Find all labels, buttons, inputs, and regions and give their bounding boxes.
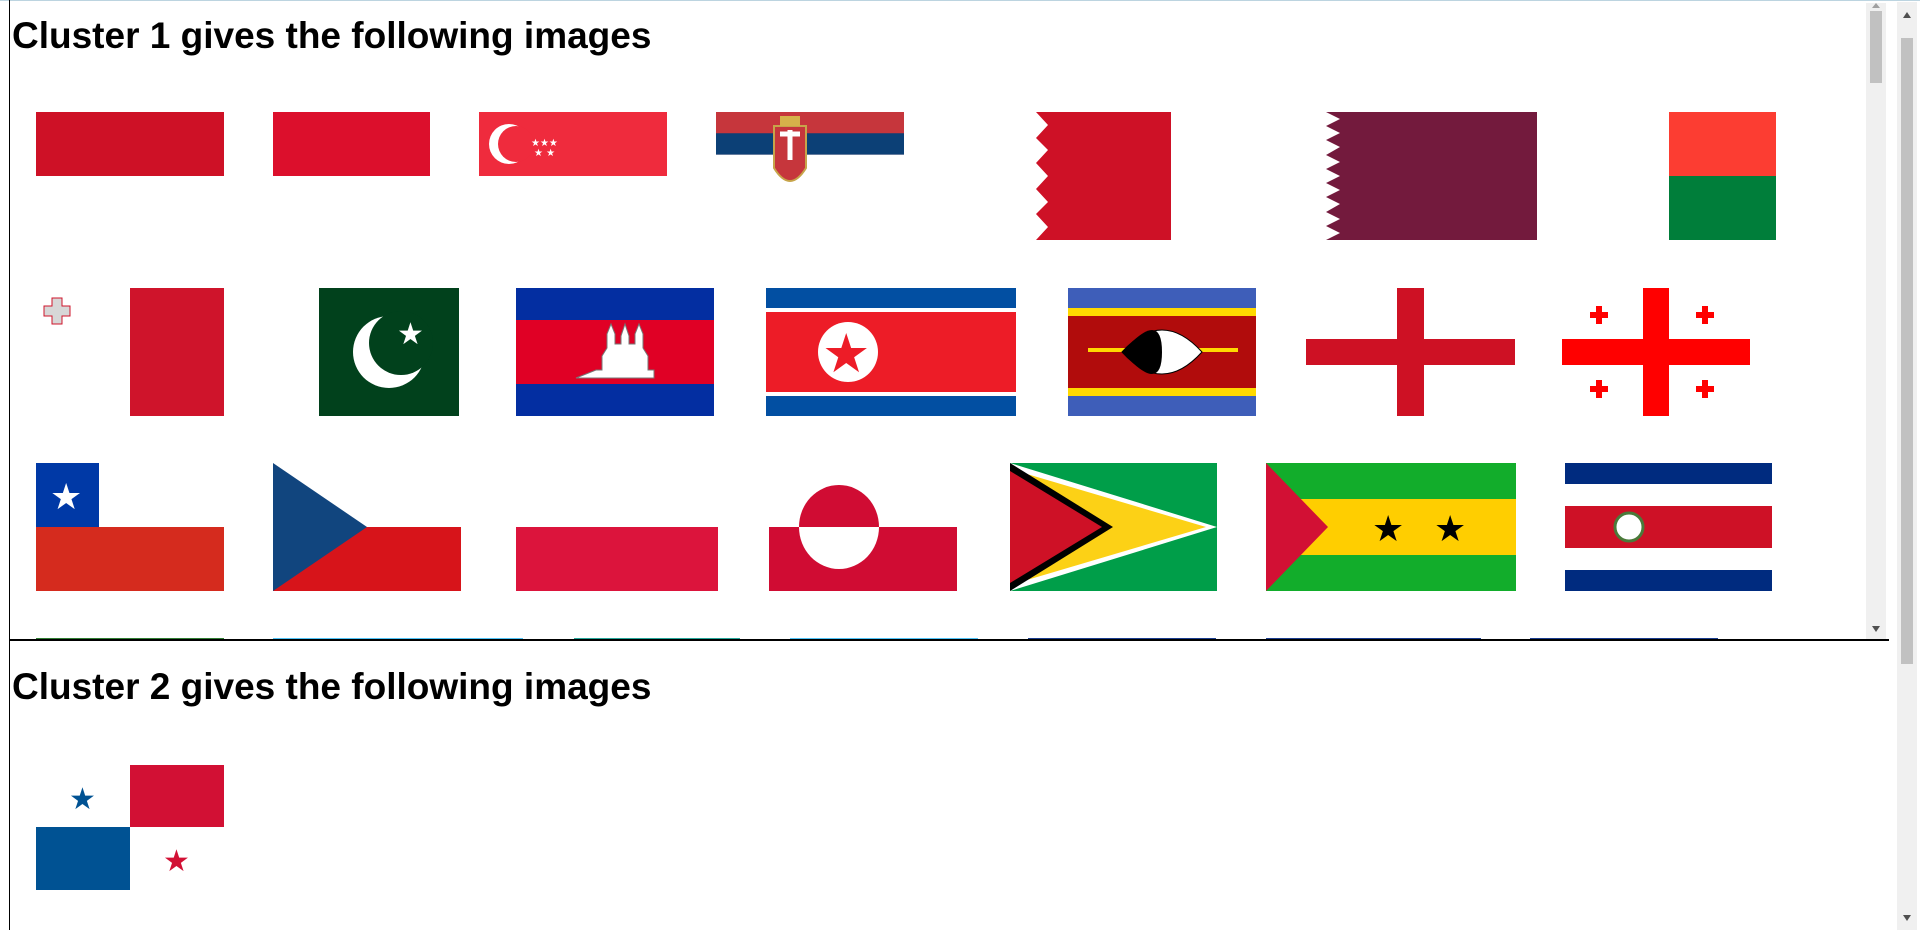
flag-bahrain xyxy=(1016,112,1171,240)
flag-indonesia xyxy=(36,112,224,176)
flag-guyana xyxy=(1010,463,1217,591)
page-scrollbar[interactable] xyxy=(1897,2,1917,930)
page-scroll-down-arrow-icon[interactable] xyxy=(1903,915,1911,921)
flag-partial-4 xyxy=(790,638,978,639)
flag-pakistan: ★ xyxy=(319,288,459,416)
page-scroll-up-arrow-icon[interactable] xyxy=(1903,12,1911,18)
flag-chile: ★ xyxy=(36,463,224,591)
svg-text:★: ★ xyxy=(1434,509,1466,550)
flag-partial-2 xyxy=(273,638,523,639)
flag-georgia xyxy=(1562,288,1750,416)
flag-costa-rica xyxy=(1565,463,1772,591)
window-top-border xyxy=(0,0,1920,1)
cluster-1-scrollbar[interactable] xyxy=(1866,3,1886,639)
svg-text:★: ★ xyxy=(1372,509,1404,550)
svg-text:★: ★ xyxy=(397,317,424,352)
flag-cambodia xyxy=(516,288,714,416)
flag-partial-6 xyxy=(1266,638,1481,639)
flag-monaco xyxy=(273,112,430,176)
cluster-1-frame[interactable]: Cluster 1 gives the following images ★★★… xyxy=(10,3,1889,641)
cluster-2-title: Cluster 2 gives the following images xyxy=(12,666,652,707)
flag-panama: ★ ★ xyxy=(36,765,224,890)
flag-partial-5 xyxy=(1028,638,1216,639)
svg-text:★: ★ xyxy=(163,844,190,879)
page-scrollbar-thumb[interactable] xyxy=(1901,38,1913,664)
flag-england xyxy=(1306,288,1515,416)
flag-poland xyxy=(516,463,718,591)
flag-partial-7 xyxy=(1530,638,1718,639)
flag-madagascar xyxy=(1616,112,1776,240)
flag-eswatini xyxy=(1068,288,1256,416)
flag-singapore: ★★★ ★ ★ xyxy=(479,112,667,176)
svg-text:★: ★ xyxy=(50,477,82,518)
flag-qatar xyxy=(1306,112,1537,240)
flag-partial-1 xyxy=(36,638,224,639)
flag-greenland xyxy=(769,463,957,591)
svg-text:★: ★ xyxy=(822,322,870,385)
cluster-1-title: Cluster 1 gives the following images xyxy=(12,15,652,56)
scroll-up-arrow-icon[interactable] xyxy=(1872,3,1880,8)
scrollbar-thumb[interactable] xyxy=(1870,11,1882,83)
svg-text:★: ★ xyxy=(69,782,96,817)
flag-czech-republic xyxy=(273,463,461,591)
flag-partial-3 xyxy=(574,638,740,639)
flag-serbia xyxy=(716,112,904,198)
flag-malta xyxy=(36,288,224,416)
scroll-down-arrow-icon[interactable] xyxy=(1872,626,1880,632)
flag-north-korea: ★ xyxy=(766,288,1016,416)
flag-sao-tome-and-principe: ★ ★ xyxy=(1266,463,1516,591)
svg-text:★ ★: ★ ★ xyxy=(534,148,555,159)
